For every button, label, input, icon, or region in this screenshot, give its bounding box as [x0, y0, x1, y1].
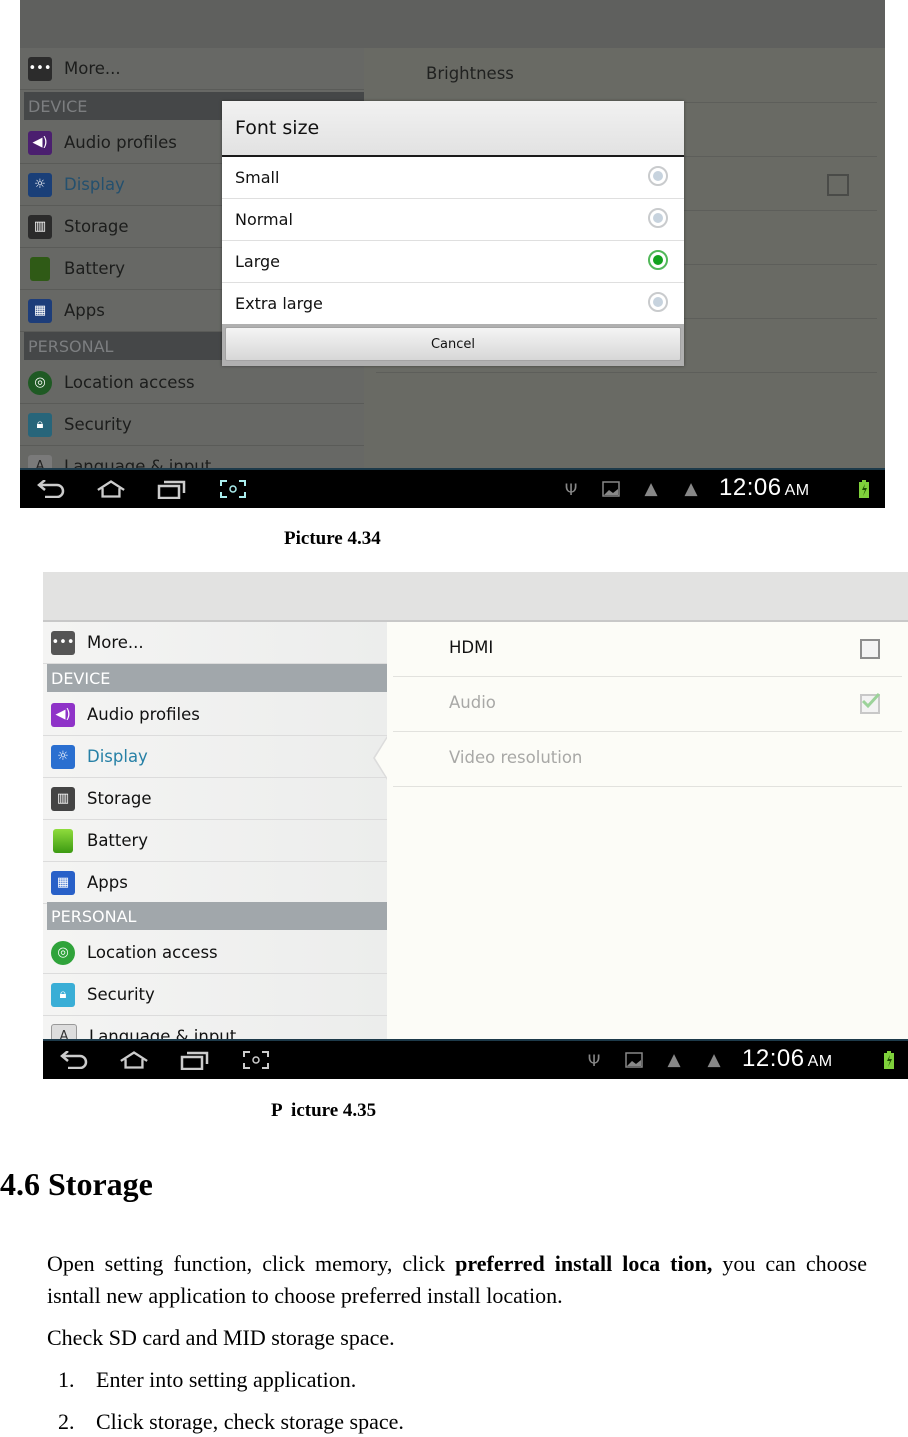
lock-icon: 🔒︎ [51, 982, 75, 1007]
more-icon: ••• [28, 56, 52, 81]
back-icon[interactable] [59, 1049, 89, 1071]
location-icon: ◎ [51, 940, 75, 965]
screenshot-display-settings: ••• More... DEVICE ◀) Audio profiles ☼ D… [43, 572, 908, 1079]
more-icon: ••• [51, 630, 75, 655]
sidebar-item-storage[interactable]: ▥ Storage [43, 778, 387, 820]
radio-unselected-icon[interactable] [648, 292, 668, 312]
warning-icon: ▲ [644, 479, 658, 499]
speaker-icon: ◀) [51, 702, 75, 727]
clock: 12:06 AM [719, 474, 810, 501]
sidebar-item-apps[interactable]: ▦ Apps [43, 862, 387, 904]
radio-selected-icon[interactable] [648, 250, 668, 270]
action-bar [43, 572, 908, 622]
audio-row[interactable]: Audio [393, 677, 902, 732]
apps-grid-icon: ▦ [28, 298, 52, 323]
battery-icon [30, 256, 50, 281]
apps-grid-icon: ▦ [51, 870, 75, 895]
system-navigation-bar: Ψ ▲ ▲ 12:06 AM [43, 1039, 908, 1079]
settings-sidebar: ••• More... DEVICE ◀) Audio profiles ☼ D… [43, 622, 388, 1058]
recent-apps-icon[interactable] [180, 1049, 210, 1071]
audio-checkbox[interactable] [860, 692, 881, 714]
home-icon[interactable] [96, 478, 126, 500]
paragraph-install-location: Open setting function, click memory, cli… [47, 1251, 868, 1308]
warning-icon: ▲ [667, 1050, 681, 1070]
font-size-option-normal[interactable]: Normal [222, 199, 684, 241]
font-size-dialog: Font size Small Normal Large Extra large… [222, 101, 684, 366]
sidebar-item-battery[interactable]: Battery [43, 820, 387, 862]
usb-icon: Ψ [587, 1050, 601, 1070]
brightness-row[interactable]: Brightness [376, 48, 877, 103]
sidebar-item-security[interactable]: 🔒︎ Security [43, 974, 387, 1016]
sidebar-item-display[interactable]: ☼ Display [43, 736, 387, 778]
paragraph-check-storage: Check SD card and MID storage space. [47, 1325, 395, 1350]
screenshot-icon[interactable] [241, 1049, 271, 1071]
system-navigation-bar: Ψ ▲ ▲ 12:06 AM [20, 468, 885, 508]
display-icon: ☼ [51, 744, 75, 769]
list-item: 1. Enter into setting application. [58, 1367, 357, 1392]
back-icon[interactable] [36, 478, 66, 500]
figure-caption: P icture 4.35 [271, 1100, 377, 1121]
sidebar-item-audio-profiles[interactable]: ◀) Audio profiles [43, 694, 387, 736]
battery-charging-icon [854, 480, 874, 498]
gallery-icon [624, 1051, 644, 1069]
list-item: 2. Click storage, check storage space. [58, 1409, 404, 1434]
warning-icon: ▲ [684, 479, 698, 499]
sd-card-icon: ▥ [28, 214, 52, 239]
sidebar-item-more[interactable]: ••• More... [20, 48, 364, 90]
hdmi-checkbox[interactable] [860, 639, 880, 659]
video-resolution-row[interactable]: Video resolution [393, 732, 902, 787]
recent-apps-icon[interactable] [157, 478, 187, 500]
home-icon[interactable] [119, 1049, 149, 1071]
battery-charging-icon [879, 1051, 899, 1069]
sidebar-item-security[interactable]: 🔒︎ Security [20, 404, 364, 446]
speaker-icon: ◀) [28, 130, 52, 155]
selection-indicator [373, 736, 388, 780]
sd-card-icon: ▥ [51, 786, 75, 811]
warning-icon: ▲ [707, 1050, 721, 1070]
cancel-button[interactable]: Cancel [225, 327, 681, 361]
sidebar-item-location-access[interactable]: ◎ Location access [43, 932, 387, 974]
sidebar-item-more[interactable]: ••• More... [43, 622, 387, 664]
section-heading: 4.6 Storage [0, 1166, 153, 1202]
display-icon: ☼ [28, 172, 52, 197]
font-size-option-large[interactable]: Large [222, 241, 684, 283]
font-size-option-small[interactable]: Small [222, 157, 684, 199]
battery-icon [53, 828, 73, 853]
hdmi-settings-panel: HDMI Audio Video resolution [387, 622, 908, 1040]
dialog-title: Font size [222, 101, 684, 157]
hdmi-row[interactable]: HDMI [393, 622, 902, 677]
radio-unselected-icon[interactable] [648, 166, 668, 186]
lock-icon: 🔒︎ [28, 412, 52, 437]
radio-unselected-icon[interactable] [648, 208, 668, 228]
location-icon: ◎ [28, 370, 52, 395]
figure-caption: Picture 4.34 [284, 528, 381, 549]
font-size-option-extra-large[interactable]: Extra large [222, 283, 684, 325]
usb-icon: Ψ [564, 479, 578, 499]
sidebar-item-location-access[interactable]: ◎ Location access [20, 362, 364, 404]
clock: 12:06 AM [742, 1045, 833, 1072]
checkbox-checked-icon[interactable] [827, 174, 849, 196]
gallery-icon [601, 480, 621, 498]
dialog-footer: Cancel [222, 324, 684, 366]
section-header-device: DEVICE [47, 664, 387, 692]
section-header-personal: PERSONAL [47, 902, 387, 930]
screenshot-icon[interactable] [218, 478, 248, 500]
emphasis-preferred-install-location: preferred install loca tion, [455, 1251, 713, 1276]
screenshot-font-size-dialog: ••• More... DEVICE ◀) Audio profiles ☼ D… [20, 0, 885, 508]
action-bar [20, 0, 885, 49]
